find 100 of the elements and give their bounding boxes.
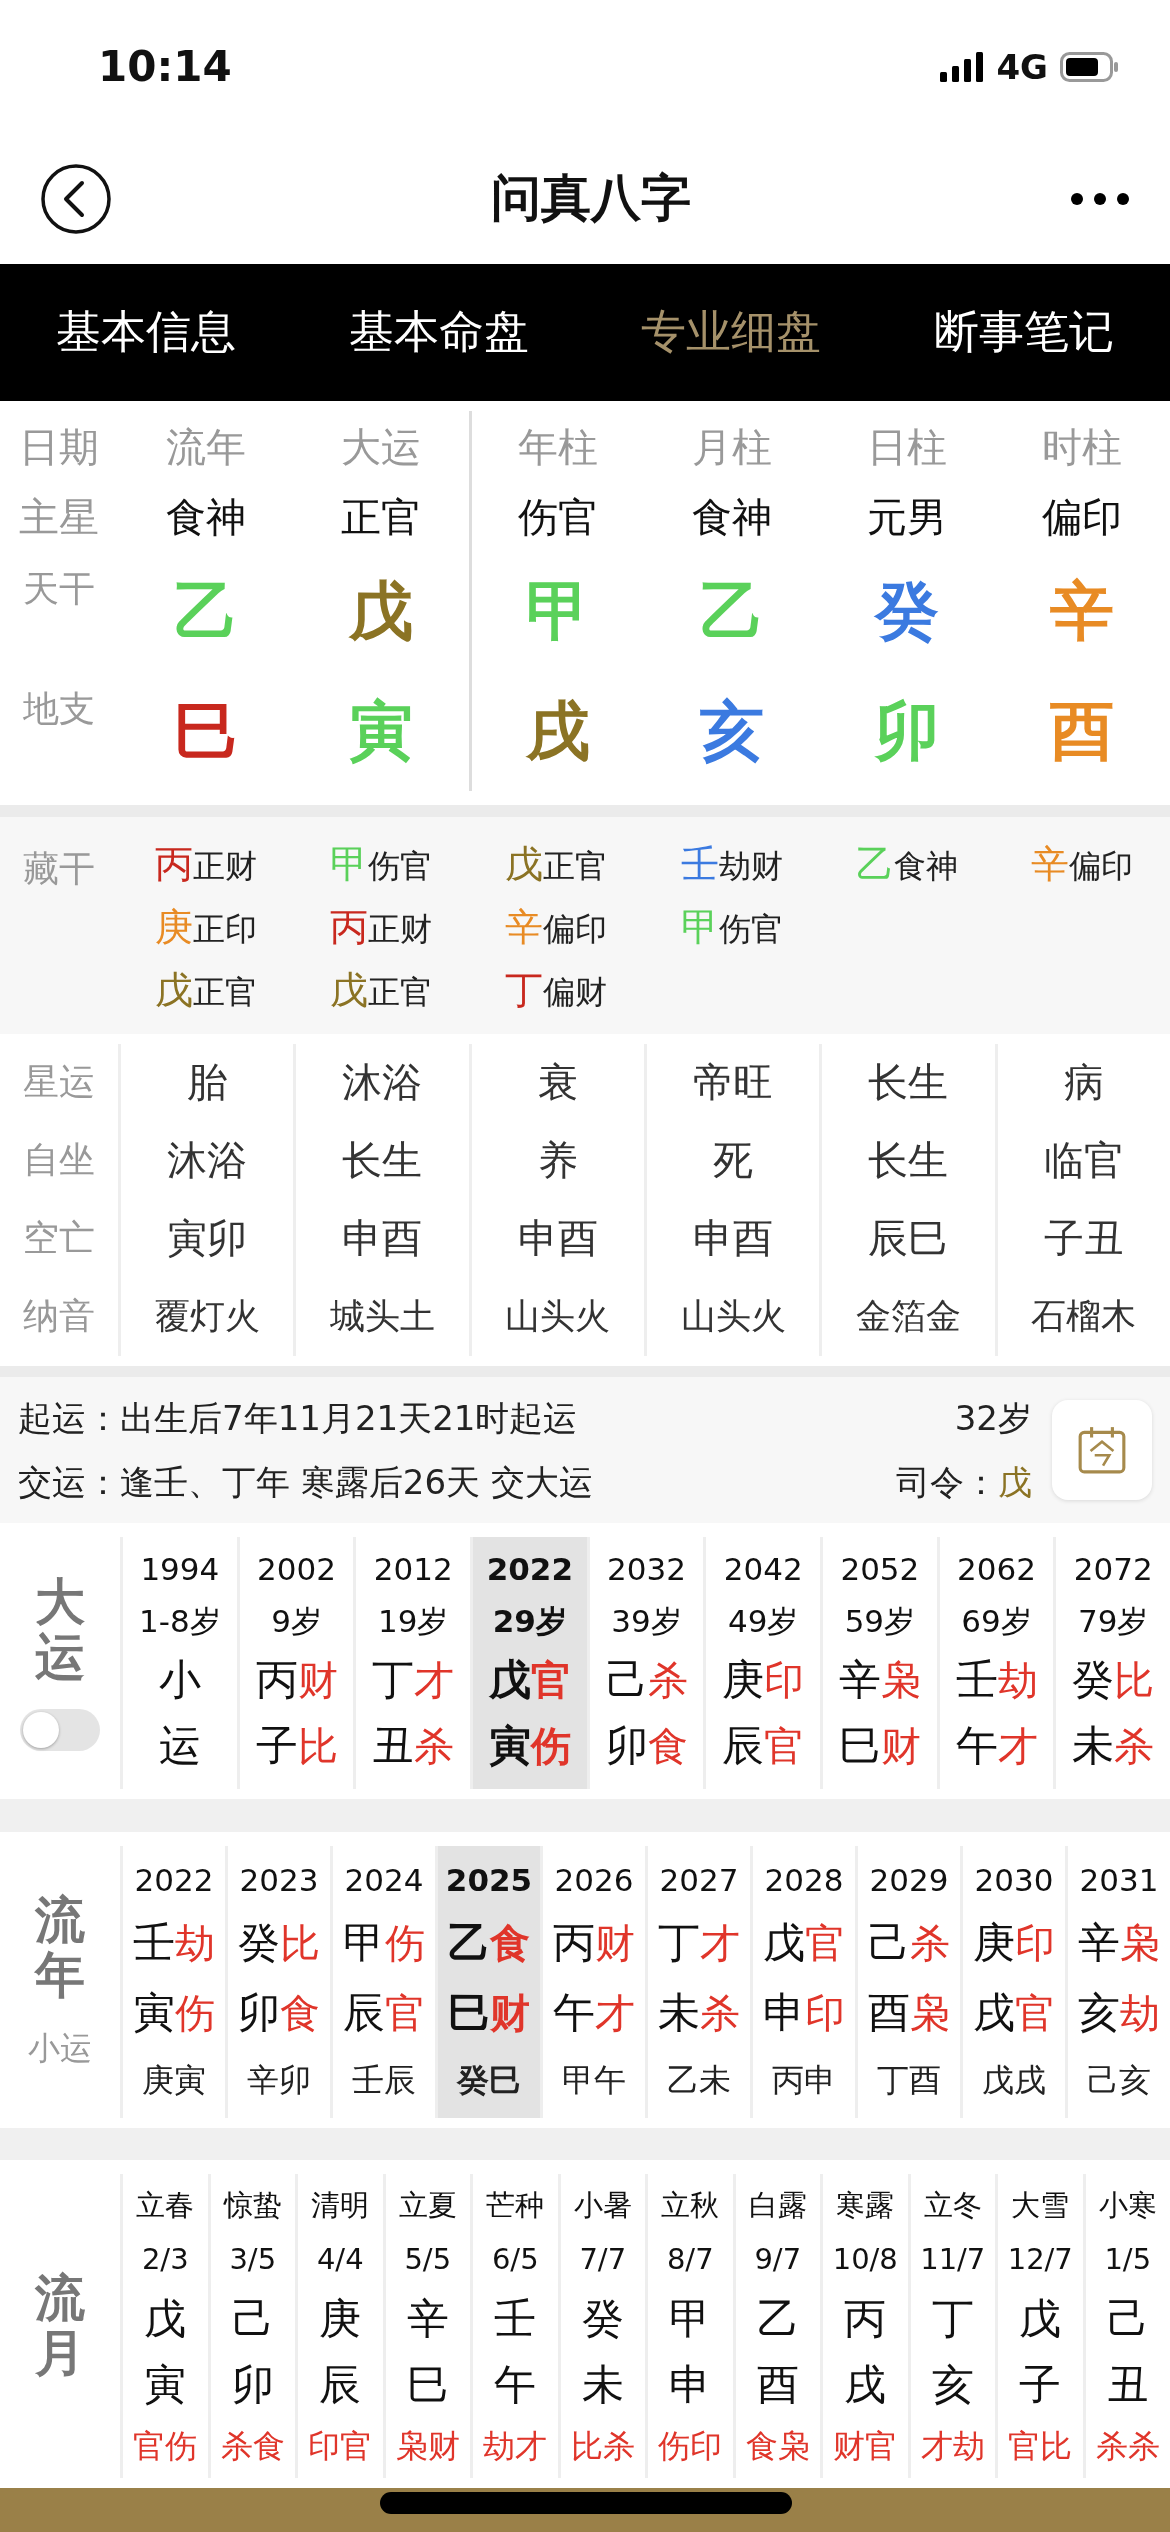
- table-cell: 石榴木: [994, 1277, 1170, 1356]
- liunian-column[interactable]: 2031 辛枭 亥劫 己亥: [1065, 1845, 1170, 2118]
- section-label: 流年: [35, 1892, 85, 2003]
- hidden-stem: 甲: [330, 840, 368, 888]
- table-cell: 金箔金: [819, 1277, 995, 1356]
- ten-god: 正官: [543, 846, 608, 887]
- table-cell: 申酉: [644, 1199, 820, 1278]
- table-cell: 城头土: [293, 1277, 469, 1356]
- liunian-column[interactable]: 2030 庚印 戌官 戊戌: [960, 1845, 1065, 2118]
- xiaoyun-label: 庚寅: [142, 2059, 206, 2101]
- ten-god: 偏财: [543, 971, 608, 1013]
- ten-god: 才: [997, 1722, 1038, 1772]
- back-icon[interactable]: [40, 162, 112, 235]
- dayun-column[interactable]: 2032 39岁 己杀 卯食: [586, 1537, 704, 1790]
- ten-god: 财: [880, 1722, 921, 1772]
- ten-god: 才: [595, 1988, 635, 2038]
- branch-char: 子: [1019, 2358, 1062, 2411]
- ten-god: 伤官: [718, 908, 783, 950]
- ten-god: 劫才: [483, 2425, 548, 2467]
- tab[interactable]: 基本信息: [0, 282, 293, 383]
- ten-god: 枭财: [395, 2425, 460, 2467]
- heavenly-stem: 癸: [875, 572, 939, 650]
- year-label: 2024: [344, 1860, 424, 1900]
- heavenly-stem: 甲: [525, 572, 590, 650]
- tab[interactable]: 断事笔记: [877, 282, 1170, 383]
- stem-char: 壬: [494, 2292, 537, 2345]
- liunian-column[interactable]: 2025 乙食 巳财 癸巳: [435, 1845, 540, 2118]
- branch-char: 未: [581, 2358, 624, 2411]
- table-cell: 覆灯火: [118, 1277, 294, 1356]
- liunian-column[interactable]: 2028 戊官 申 印 丙申: [750, 1845, 855, 2118]
- ten-god: 印: [1015, 1918, 1055, 1968]
- heavenly-stem: 辛: [1050, 572, 1115, 650]
- branch-char: 未: [1072, 1720, 1115, 1773]
- network-label: 4G: [996, 46, 1048, 87]
- dayun-column[interactable]: 2042 49岁 庚印 辰官: [703, 1537, 821, 1790]
- date-label: 1/5: [1104, 2240, 1152, 2278]
- solar-term: 清明: [311, 2186, 370, 2224]
- column-header: 大运: [340, 422, 422, 472]
- main-star-label: 食神: [690, 492, 773, 542]
- ten-god: 官: [530, 1656, 571, 1706]
- liunian-column[interactable]: 2026 丙财 午才 甲午: [540, 1845, 645, 2118]
- xiaoyun-label: 甲午: [562, 2059, 626, 2101]
- ten-god: 官: [385, 1988, 425, 2038]
- ten-god: 伤印: [658, 2425, 723, 2467]
- age-label: 9岁: [271, 1602, 322, 1642]
- year-label: 2022: [486, 1550, 573, 1590]
- liunian-column[interactable]: 2022 壬劫 寅伤 庚寅: [120, 1845, 225, 2118]
- dayun-column[interactable]: 2052 59岁 辛枭 巳财: [820, 1537, 937, 1790]
- ten-god: 杀杀: [1095, 2425, 1160, 2467]
- tab[interactable]: 基本命盘: [292, 282, 585, 383]
- table-cell: 寅卯: [118, 1199, 294, 1278]
- hidden-stem: 辛: [1031, 840, 1070, 888]
- branch-char: 丑: [372, 1720, 415, 1773]
- solar-term: 立夏: [398, 2186, 457, 2224]
- date-label: 4/4: [316, 2240, 364, 2278]
- heavenly-stem: 乙: [173, 572, 238, 650]
- ten-god: 劫财: [718, 846, 783, 887]
- table-cell: 沐浴: [118, 1121, 294, 1200]
- hidden-stem: 丙: [330, 903, 368, 951]
- section-label: 流月: [35, 2270, 85, 2381]
- branch-char: 巳: [406, 2358, 449, 2411]
- earthly-branch: 酉: [1050, 692, 1115, 770]
- tab[interactable]: 专业细盘: [585, 282, 878, 383]
- liunian-column[interactable]: 2027 丁才 未杀 乙未: [645, 1845, 750, 2118]
- liunian-column[interactable]: 2029 己杀 酉枭 丁酉: [855, 1845, 960, 2118]
- ten-god: 印官: [308, 2425, 373, 2467]
- branch-char: 午: [955, 1720, 998, 1773]
- row-label: 主星: [19, 492, 99, 542]
- stem-char: 丙: [553, 1916, 595, 1969]
- calendar-button[interactable]: [1052, 1400, 1152, 1501]
- stem-char: 戊: [763, 1916, 805, 1969]
- dayun-column[interactable]: 2062 69岁 壬劫 午才: [936, 1537, 1054, 1790]
- dayun-column[interactable]: 2022 29岁 戊官 寅伤: [470, 1537, 587, 1790]
- toggle-switch[interactable]: [20, 1709, 100, 1752]
- column-header: 时柱: [1041, 422, 1124, 472]
- page-title: 问真八字: [491, 168, 691, 230]
- earthly-branch: 卯: [875, 692, 939, 770]
- more-icon[interactable]: [1070, 191, 1130, 206]
- branch-char: 亥: [931, 2358, 974, 2411]
- table-cell: 申酉: [293, 1199, 469, 1278]
- stem-char: 癸: [238, 1916, 280, 1969]
- date-label: 9/7: [754, 2240, 802, 2278]
- ten-god: 财: [297, 1656, 338, 1706]
- table-cell: 临官: [994, 1121, 1170, 1200]
- solar-term: 惊蛰: [223, 2186, 282, 2224]
- hidden-stem: 辛: [505, 903, 544, 951]
- stem-char: 丁: [372, 1654, 415, 1707]
- stem-char: 己: [868, 1916, 910, 1969]
- branch-char: 酉: [756, 2358, 799, 2411]
- branch-char: 申: [669, 2358, 712, 2411]
- ten-god: 劫: [175, 1918, 215, 1968]
- ten-god: 杀: [414, 1722, 455, 1772]
- dayun-column[interactable]: 2002 9岁 丙财 子比: [236, 1537, 354, 1790]
- dayun-column[interactable]: 1994 1-8岁 小 运: [120, 1537, 237, 1790]
- stem-char: 庚: [319, 2292, 362, 2345]
- branch-char: 辰: [319, 2358, 362, 2411]
- liunian-column[interactable]: 2023 癸比 卯食 辛卯: [225, 1845, 330, 2118]
- dayun-column[interactable]: 2072 79岁 癸比 未杀: [1053, 1537, 1170, 1790]
- earthly-branch: 亥: [699, 692, 764, 770]
- stem-char: 戊: [488, 1654, 531, 1707]
